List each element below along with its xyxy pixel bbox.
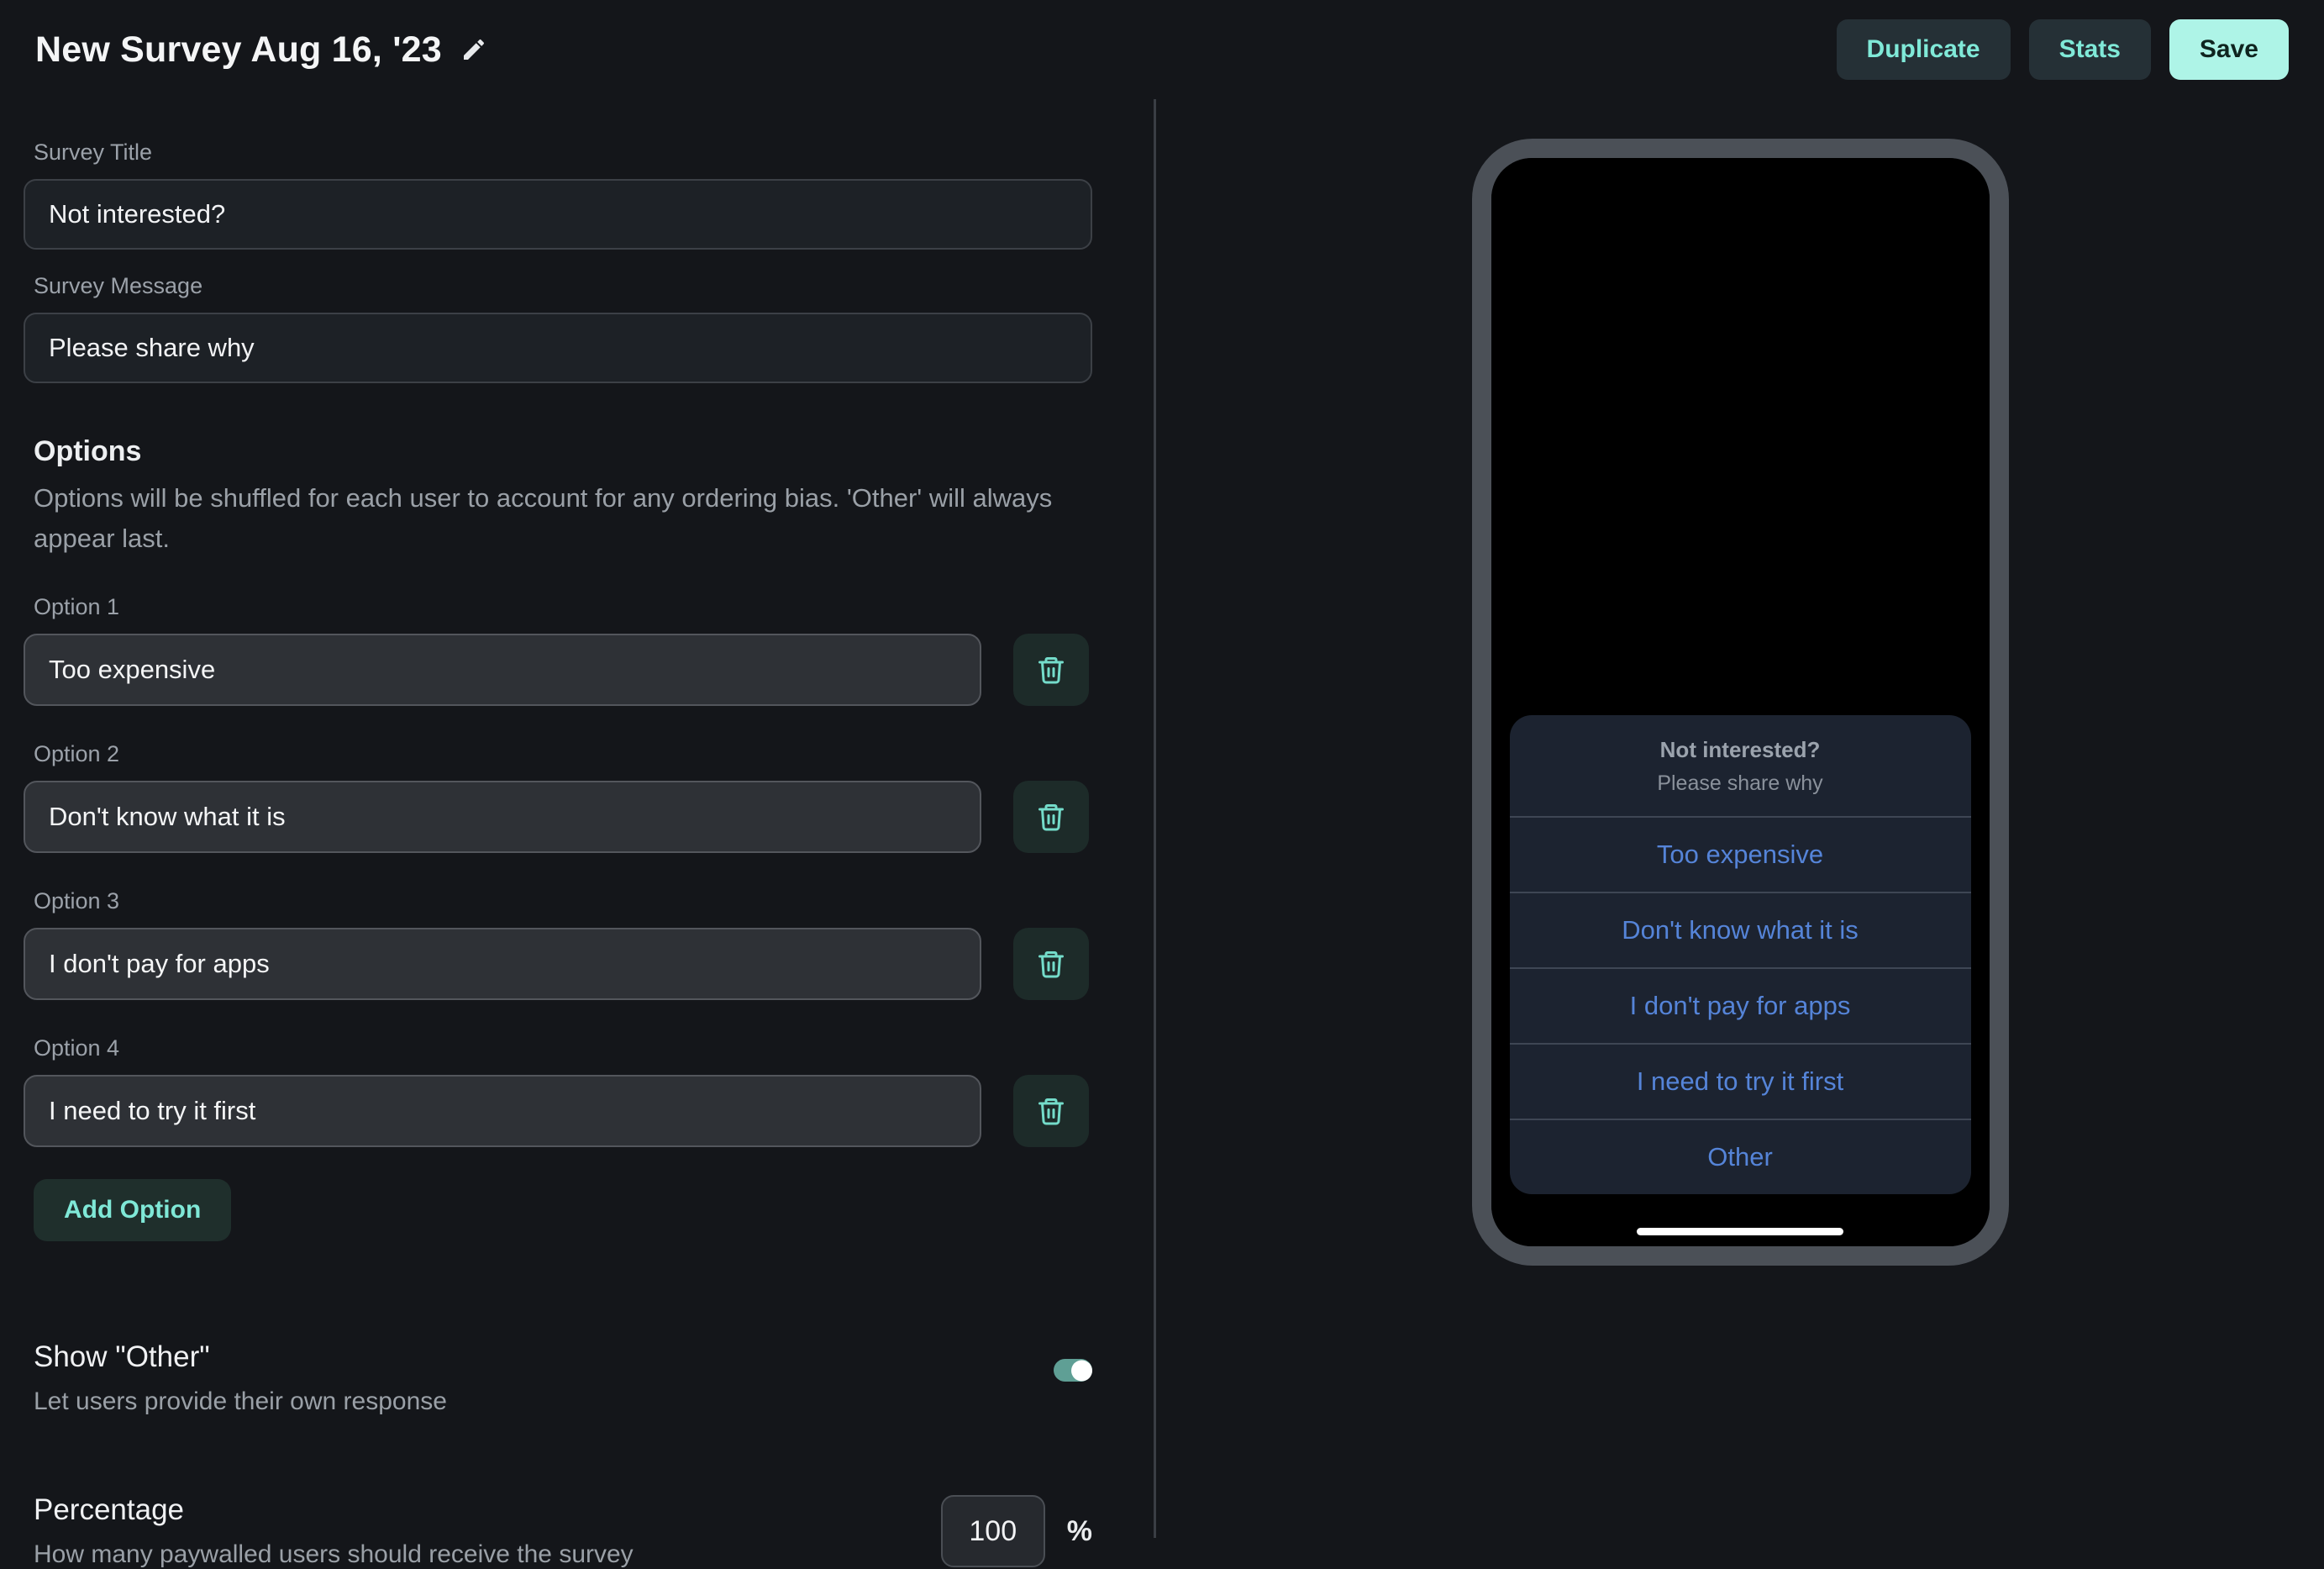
page-title: New Survey Aug 16, '23 [35,29,442,71]
save-button[interactable]: Save [2169,19,2289,80]
percentage-text: Percentage How many paywalled users shou… [34,1493,634,1569]
trash-icon [1036,949,1066,979]
header-buttons: Duplicate Stats Save [1837,19,2289,80]
survey-title-input[interactable] [24,179,1092,250]
app-header: New Survey Aug 16, '23 Duplicate Stats S… [0,0,2324,99]
show-other-toggle[interactable] [1054,1359,1092,1382]
option-1-row [24,634,1092,706]
toggle-knob [1071,1360,1092,1381]
options-description: Options will be shuffled for each user t… [34,478,1067,559]
preview-option-too-expensive[interactable]: Too expensive [1510,816,1971,892]
percent-sign: % [1067,1515,1092,1548]
option-1-label: Option 1 [34,594,1092,620]
preview-pane: Not interested? Please share why Too exp… [1156,99,2324,1538]
title-wrap: New Survey Aug 16, '23 [35,29,487,71]
option-4-input[interactable] [24,1075,981,1147]
add-option-button[interactable]: Add Option [34,1179,231,1241]
dialog-message: Please share why [1527,771,1954,796]
dialog-header: Not interested? Please share why [1510,715,1971,816]
survey-message-input[interactable] [24,313,1092,383]
phone-mockup: Not interested? Please share why Too exp… [1472,139,2009,1266]
main-content: Survey Title Survey Message Options Opti… [0,99,2324,1538]
survey-form-pane: Survey Title Survey Message Options Opti… [0,99,1156,1538]
duplicate-button[interactable]: Duplicate [1837,19,2011,80]
percentage-input[interactable] [941,1495,1045,1567]
show-other-section: Show "Other" Let users provide their own… [34,1340,1092,1416]
trash-icon [1036,655,1066,685]
preview-option-other[interactable]: Other [1510,1119,1971,1194]
option-4-row [24,1075,1092,1147]
trash-icon [1036,802,1066,832]
option-3-label: Option 3 [34,888,1092,914]
trash-icon [1036,1096,1066,1126]
option-3-input[interactable] [24,928,981,1000]
option-2-row [24,781,1092,853]
show-other-text: Show "Other" Let users provide their own… [34,1340,447,1416]
preview-option-try-first[interactable]: I need to try it first [1510,1043,1971,1119]
preview-option-dont-know[interactable]: Don't know what it is [1510,892,1971,967]
show-other-heading: Show "Other" [34,1340,447,1374]
phone-screen: Not interested? Please share why Too exp… [1491,158,1990,1246]
survey-title-label: Survey Title [34,140,1092,166]
delete-option-2-button[interactable] [1013,781,1089,853]
dialog-title: Not interested? [1527,737,1954,763]
option-1-input[interactable] [24,634,981,706]
percentage-heading: Percentage [34,1493,634,1527]
percentage-section: Percentage How many paywalled users shou… [34,1493,1092,1569]
percentage-description: How many paywalled users should receive … [34,1540,634,1569]
delete-option-3-button[interactable] [1013,928,1089,1000]
percentage-controls: % [941,1495,1092,1567]
delete-option-1-button[interactable] [1013,634,1089,706]
delete-option-4-button[interactable] [1013,1075,1089,1147]
home-indicator [1637,1228,1843,1235]
survey-message-label: Survey Message [34,273,1092,299]
options-heading: Options [34,435,1092,468]
stats-button[interactable]: Stats [2029,19,2151,80]
survey-preview-dialog: Not interested? Please share why Too exp… [1510,715,1971,1194]
preview-option-dont-pay[interactable]: I don't pay for apps [1510,967,1971,1043]
option-4-label: Option 4 [34,1035,1092,1061]
option-2-input[interactable] [24,781,981,853]
option-2-label: Option 2 [34,741,1092,767]
edit-title-pencil-icon[interactable] [460,36,487,63]
show-other-description: Let users provide their own response [34,1387,447,1416]
option-3-row [24,928,1092,1000]
